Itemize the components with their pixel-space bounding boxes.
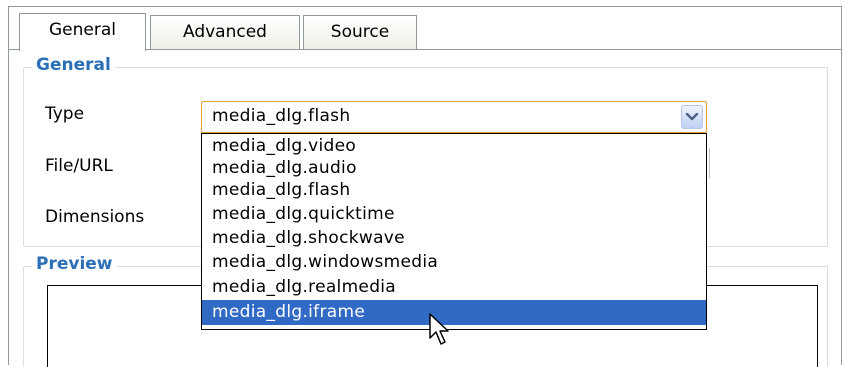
dropdown-option-video[interactable]: media_dlg.video xyxy=(202,136,706,157)
type-label: Type xyxy=(45,104,85,124)
type-select[interactable]: media_dlg.flash xyxy=(201,101,707,133)
tab-general[interactable]: General xyxy=(19,13,146,51)
select-dropdown-button[interactable] xyxy=(681,105,703,129)
dimensions-label: Dimensions xyxy=(45,207,145,227)
chevron-down-icon xyxy=(685,112,699,121)
type-select-value: media_dlg.flash xyxy=(212,106,351,126)
dropdown-option-realmedia[interactable]: media_dlg.realmedia xyxy=(202,277,706,298)
tab-advanced[interactable]: Advanced xyxy=(150,15,300,49)
general-legend: General xyxy=(32,55,115,75)
type-dropdown-list: media_dlg.video media_dlg.audio media_dl… xyxy=(201,133,707,330)
preview-legend: Preview xyxy=(32,254,117,274)
mouse-pointer-icon xyxy=(429,313,449,345)
dropdown-option-shockwave[interactable]: media_dlg.shockwave xyxy=(202,228,706,249)
dropdown-option-windowsmedia[interactable]: media_dlg.windowsmedia xyxy=(202,252,706,273)
tab-bar: General Advanced Source xyxy=(9,7,841,51)
dropdown-option-audio[interactable]: media_dlg.audio xyxy=(202,158,706,179)
dropdown-option-quicktime[interactable]: media_dlg.quicktime xyxy=(202,204,706,225)
dropdown-option-flash[interactable]: media_dlg.flash xyxy=(202,180,706,201)
tab-source[interactable]: Source xyxy=(303,15,417,49)
dropdown-option-iframe[interactable]: media_dlg.iframe xyxy=(202,300,706,325)
file-url-label: File/URL xyxy=(45,156,113,176)
